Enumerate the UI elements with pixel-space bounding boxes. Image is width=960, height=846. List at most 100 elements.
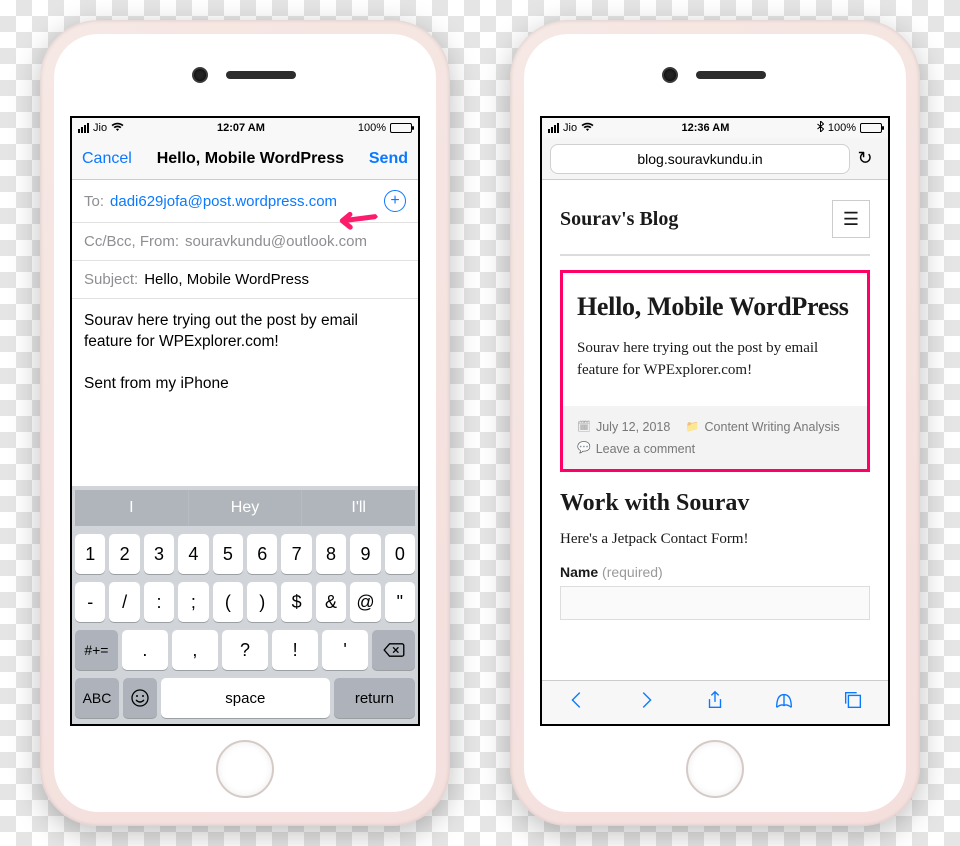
mail-title: Hello, Mobile WordPress <box>132 150 369 168</box>
body-line-1: Sourav here trying out the post by email… <box>84 311 406 353</box>
key-slash[interactable]: / <box>109 582 139 622</box>
key-backspace[interactable] <box>372 630 415 670</box>
subject-value: Hello, Mobile WordPress <box>144 271 309 288</box>
body-line-2: Sent from my iPhone <box>84 374 406 395</box>
folder-icon: 📁 <box>686 419 700 437</box>
mail-nav: Cancel Hello, Mobile WordPress Send <box>72 138 418 180</box>
clock: 12:36 AM <box>682 122 730 134</box>
reload-button[interactable]: ↻ <box>850 148 880 169</box>
post-highlight-box: Hello, Mobile WordPress Sourav here tryi… <box>560 270 870 472</box>
speaker-grille-icon <box>226 71 296 79</box>
number-row: 1 2 3 4 5 6 7 8 9 0 <box>75 534 415 574</box>
key-7[interactable]: 7 <box>281 534 311 574</box>
from-value: souravkundu@outlook.com <box>185 233 367 250</box>
util-row: #+= . , ? ! ' <box>75 630 415 670</box>
key-5[interactable]: 5 <box>213 534 243 574</box>
home-button[interactable] <box>216 740 274 798</box>
key-1[interactable]: 1 <box>75 534 105 574</box>
mail-body[interactable]: Sourav here trying out the post by email… <box>72 299 418 486</box>
share-button[interactable] <box>704 689 726 717</box>
key-3[interactable]: 3 <box>144 534 174 574</box>
menu-button[interactable]: ☰ <box>832 200 870 238</box>
suggestion-1[interactable]: I <box>75 490 189 526</box>
key-lparen[interactable]: ( <box>213 582 243 622</box>
phone-left: Jio 12:07 AM 100% Cancel Hello, Mobile W… <box>40 20 450 826</box>
front-camera-icon <box>664 69 676 81</box>
key-apostrophe[interactable]: ' <box>322 630 368 670</box>
key-shift[interactable]: #+= <box>75 630 118 670</box>
safari-nav: blog.souravkundu.in ↻ <box>542 138 888 180</box>
home-area-right <box>524 726 906 812</box>
key-at[interactable]: @ <box>350 582 380 622</box>
key-semicolon[interactable]: ; <box>178 582 208 622</box>
key-4[interactable]: 4 <box>178 534 208 574</box>
url-text: blog.souravkundu.in <box>637 151 762 167</box>
post-comment-link[interactable]: 💬 Leave a comment <box>577 439 695 459</box>
key-space[interactable]: space <box>161 678 330 718</box>
phone-inner-right: Jio 12:36 AM 100% blog.souravkund <box>524 34 906 812</box>
carrier-label: Jio <box>93 122 107 134</box>
key-colon[interactable]: : <box>144 582 174 622</box>
battery-icon <box>390 123 412 133</box>
clock: 12:07 AM <box>217 122 265 134</box>
bluetooth-icon <box>817 121 824 135</box>
key-0[interactable]: 0 <box>385 534 415 574</box>
speaker-area <box>54 34 436 116</box>
to-value: dadi629jofa@post.wordpress.com <box>110 193 337 210</box>
key-quote[interactable]: " <box>385 582 415 622</box>
key-6[interactable]: 6 <box>247 534 277 574</box>
section-title: Work with Sourav <box>560 490 870 517</box>
subject-field[interactable]: Subject: Hello, Mobile WordPress <box>72 261 418 299</box>
key-2[interactable]: 2 <box>109 534 139 574</box>
key-rparen[interactable]: ) <box>247 582 277 622</box>
key-emoji[interactable] <box>123 678 157 718</box>
signal-icon <box>78 123 89 133</box>
key-dollar[interactable]: $ <box>281 582 311 622</box>
post-excerpt: Sourav here trying out the post by email… <box>577 338 853 382</box>
ccbcc-label: Cc/Bcc, From: <box>84 233 179 250</box>
comment-icon: 💬 <box>577 440 591 458</box>
post-category[interactable]: 📁 Content Writing Analysis <box>686 417 840 437</box>
forward-button[interactable] <box>635 689 657 717</box>
to-field[interactable]: To: dadi629jofa@post.wordpress.com + <box>72 180 418 223</box>
post-date[interactable]: 🗓 July 12, 2018 <box>577 417 670 437</box>
tabs-button[interactable] <box>842 689 864 717</box>
signal-icon <box>548 123 559 133</box>
cancel-button[interactable]: Cancel <box>82 150 132 168</box>
name-input[interactable] <box>560 586 870 620</box>
key-8[interactable]: 8 <box>316 534 346 574</box>
post-title[interactable]: Hello, Mobile WordPress <box>577 291 853 322</box>
battery-icon <box>860 123 882 133</box>
key-dash[interactable]: - <box>75 582 105 622</box>
key-amp[interactable]: & <box>316 582 346 622</box>
status-bar-right: Jio 12:36 AM 100% <box>542 118 888 138</box>
blog-content[interactable]: Sourav's Blog ☰ Hello, Mobile WordPress … <box>542 180 888 680</box>
key-period[interactable]: . <box>122 630 168 670</box>
url-bar[interactable]: blog.souravkundu.in <box>550 144 850 174</box>
suggestion-2[interactable]: Hey <box>189 490 303 526</box>
ccbcc-field[interactable]: Cc/Bcc, From: souravkundu@outlook.com <box>72 223 418 261</box>
wifi-icon <box>581 122 594 135</box>
key-question[interactable]: ? <box>222 630 268 670</box>
safari-toolbar <box>542 680 888 724</box>
key-9[interactable]: 9 <box>350 534 380 574</box>
back-button[interactable] <box>566 689 588 717</box>
send-button[interactable]: Send <box>369 150 408 168</box>
add-contact-button[interactable]: + <box>384 190 406 212</box>
form-label-name: Name (required) <box>560 564 870 580</box>
key-comma[interactable]: , <box>172 630 218 670</box>
key-abc[interactable]: ABC <box>75 678 119 718</box>
home-button[interactable] <box>686 740 744 798</box>
key-exclaim[interactable]: ! <box>272 630 318 670</box>
phone-inner: Jio 12:07 AM 100% Cancel Hello, Mobile W… <box>54 34 436 812</box>
key-return[interactable]: return <box>334 678 415 718</box>
screen-safari: Jio 12:36 AM 100% blog.souravkund <box>540 116 890 726</box>
to-label: To: <box>84 193 104 210</box>
speaker-area-right <box>524 34 906 116</box>
bookmarks-button[interactable] <box>773 689 795 717</box>
calendar-icon: 🗓 <box>577 419 591 437</box>
suggestion-3[interactable]: I'll <box>302 490 415 526</box>
home-area <box>54 726 436 812</box>
blog-site-title[interactable]: Sourav's Blog <box>560 208 678 231</box>
status-bar: Jio 12:07 AM 100% <box>72 118 418 138</box>
